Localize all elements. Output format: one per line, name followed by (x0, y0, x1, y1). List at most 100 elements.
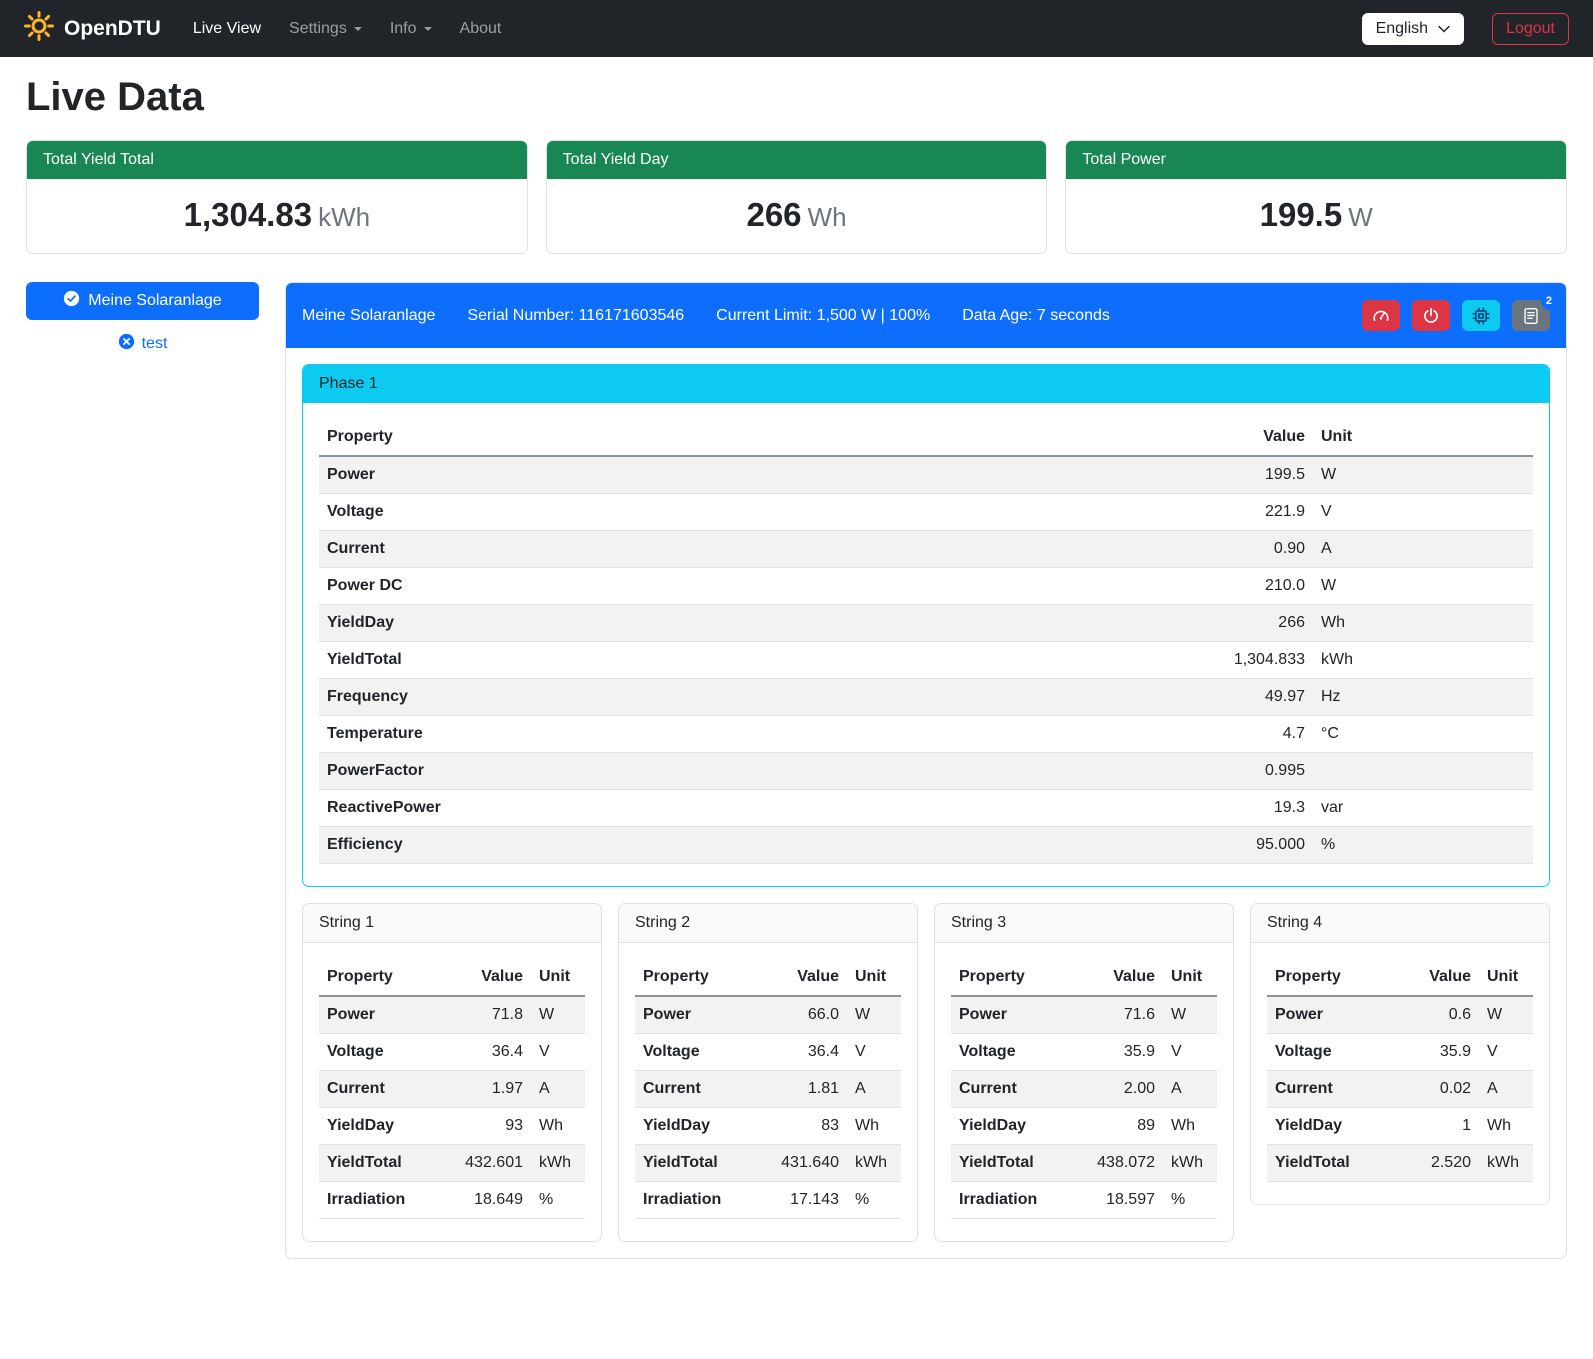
col-header-property: Property (319, 959, 453, 996)
summary-cards-row: Total Yield Total 1,304.83kWh Total Yiel… (26, 140, 1567, 254)
event-count-badge: 2 (1541, 293, 1557, 310)
summary-value: 266 (746, 196, 801, 233)
unit-cell: V (1163, 1034, 1217, 1071)
unit-cell: V (1313, 494, 1533, 531)
unit-cell: A (1313, 531, 1533, 568)
string-card-body: Property Value Unit Power (303, 943, 601, 1241)
property-cell: YieldDay (1267, 1108, 1401, 1145)
unit-cell: kWh (847, 1145, 901, 1182)
value-cell: 0.995 (1173, 753, 1313, 790)
property-cell: Power (319, 456, 1173, 494)
value-cell: 18.649 (453, 1182, 531, 1219)
language-dropdown[interactable]: English (1362, 13, 1464, 45)
property-cell: Voltage (319, 494, 1173, 531)
col-header-unit: Unit (847, 959, 901, 996)
col-header-property: Property (635, 959, 769, 996)
col-header-unit: Unit (1313, 419, 1533, 456)
string-card-body: Property Value Unit Power (935, 943, 1233, 1241)
string-card-3: String 3 Property Value Unit (934, 903, 1234, 1242)
col-header-property: Property (319, 419, 1173, 456)
string-table: Property Value Unit Power (951, 959, 1217, 1219)
table-row: Power 71.6 W (951, 996, 1217, 1034)
table-row: PowerFactor 0.995 (319, 753, 1533, 790)
inverter-select-meine-solaranlage[interactable]: Meine Solaranlage (26, 282, 259, 320)
property-cell: PowerFactor (319, 753, 1173, 790)
nav-item-info[interactable]: Info (390, 20, 432, 38)
content-row: Meine Solaranlage test Meine Solaranlage… (26, 282, 1567, 1259)
property-cell: YieldTotal (319, 1145, 453, 1182)
gauge-icon (1372, 307, 1390, 325)
nav-item-live-view[interactable]: Live View (193, 20, 261, 38)
table-row: Power 66.0 W (635, 996, 901, 1034)
value-cell: 199.5 (1173, 456, 1313, 494)
value-cell: 49.97 (1173, 679, 1313, 716)
table-row: Current 1.81 A (635, 1071, 901, 1108)
summary-card-header: Total Power (1066, 141, 1566, 179)
value-cell: 66.0 (769, 996, 847, 1034)
table-row: YieldDay 1 Wh (1267, 1108, 1533, 1145)
unit-cell: % (1313, 827, 1533, 864)
event-log-button[interactable]: 2 (1512, 300, 1550, 331)
unit-cell: var (1313, 790, 1533, 827)
property-cell: Voltage (635, 1034, 769, 1071)
property-cell: Voltage (1267, 1034, 1401, 1071)
table-row: Efficiency 95.000 % (319, 827, 1533, 864)
value-cell: 0.90 (1173, 531, 1313, 568)
journal-icon (1522, 307, 1540, 325)
col-header-property: Property (951, 959, 1085, 996)
unit-cell: A (1163, 1071, 1217, 1108)
phase-card-body: Property Value Unit Power (303, 403, 1549, 886)
nav-item-live-view-label: Live View (193, 20, 261, 38)
unit-cell: % (1163, 1182, 1217, 1219)
value-cell: 18.597 (1085, 1182, 1163, 1219)
property-cell: YieldDay (319, 605, 1173, 642)
limit-settings-button[interactable] (1362, 300, 1400, 331)
string-card-body: Property Value Unit Power (1251, 943, 1549, 1204)
summary-card-total-yield-total: Total Yield Total 1,304.83kWh (26, 140, 528, 254)
brand-link[interactable]: OpenDTU (24, 11, 161, 47)
value-cell: 95.000 (1173, 827, 1313, 864)
table-row: Current 2.00 A (951, 1071, 1217, 1108)
logout-button[interactable]: Logout (1492, 13, 1569, 45)
string-table-body: Power 0.6 W Voltage 35.9 V (1267, 996, 1533, 1182)
unit-cell: Wh (531, 1108, 585, 1145)
device-info-button[interactable] (1462, 300, 1500, 331)
table-row: Power 199.5 W (319, 456, 1533, 494)
table-row: YieldTotal 438.072 kWh (951, 1145, 1217, 1182)
table-row: Power 0.6 W (1267, 996, 1533, 1034)
string-table-body: Power 71.6 W Voltage 35.9 V (951, 996, 1217, 1219)
property-cell: Current (319, 531, 1173, 568)
inverter-sidebar: Meine Solaranlage test (26, 282, 259, 356)
unit-cell: W (1479, 996, 1533, 1034)
table-row: YieldTotal 432.601 kWh (319, 1145, 585, 1182)
unit-cell: Wh (1163, 1108, 1217, 1145)
inverter-panel: Meine Solaranlage Serial Number: 1161716… (285, 282, 1567, 1259)
power-toggle-button[interactable] (1412, 300, 1450, 331)
nav-item-about[interactable]: About (460, 20, 502, 38)
unit-cell: kWh (1313, 642, 1533, 679)
property-cell: Voltage (951, 1034, 1085, 1071)
unit-cell: A (531, 1071, 585, 1108)
inverter-select-test[interactable]: test (112, 332, 174, 356)
col-header-value: Value (769, 959, 847, 996)
value-cell: 432.601 (453, 1145, 531, 1182)
table-header-row: Property Value Unit (319, 959, 585, 996)
phase-card-header: Phase 1 (303, 365, 1549, 403)
value-cell: 19.3 (1173, 790, 1313, 827)
value-cell: 93 (453, 1108, 531, 1145)
col-header-value: Value (1085, 959, 1163, 996)
property-cell: Power (635, 996, 769, 1034)
unit-cell (1313, 753, 1533, 790)
nav-items: Live View Settings Info About (193, 20, 502, 38)
summary-unit: Wh (808, 202, 847, 232)
table-row: YieldTotal 2.520 kWh (1267, 1145, 1533, 1182)
table-row: Voltage 221.9 V (319, 494, 1533, 531)
value-cell: 1.97 (453, 1071, 531, 1108)
strings-row: String 1 Property Value Unit (302, 903, 1550, 1242)
unit-cell: kWh (531, 1145, 585, 1182)
summary-card-total-yield-day: Total Yield Day 266Wh (546, 140, 1048, 254)
table-row: Irradiation 18.649 % (319, 1182, 585, 1219)
property-cell: Irradiation (319, 1182, 453, 1219)
nav-item-settings[interactable]: Settings (289, 20, 362, 38)
property-cell: Irradiation (951, 1182, 1085, 1219)
